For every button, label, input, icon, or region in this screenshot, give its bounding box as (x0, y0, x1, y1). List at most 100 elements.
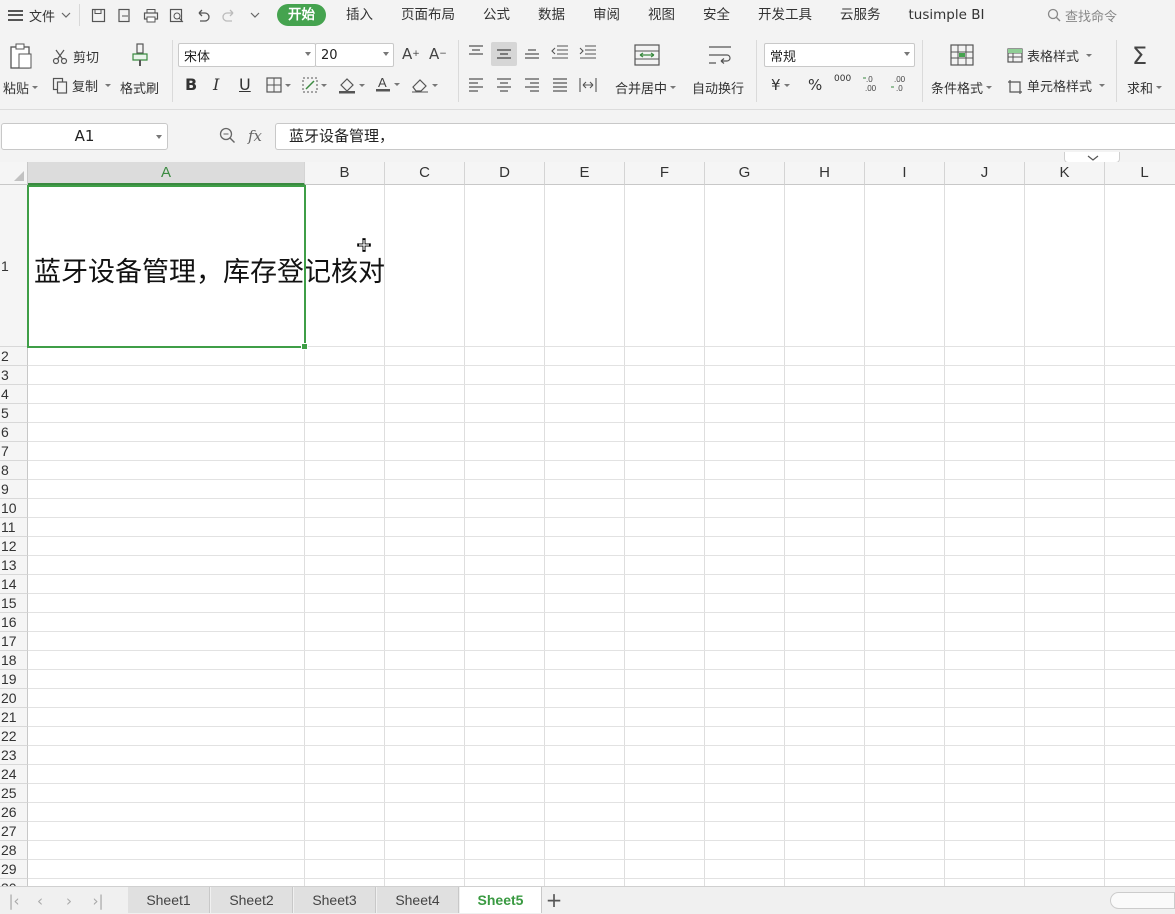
sheet-tab-sheet3[interactable]: Sheet3 (294, 887, 376, 913)
column-header-g[interactable]: G (705, 162, 785, 185)
cell-style-button[interactable]: 单元格样式 (1007, 76, 1106, 95)
wrap-text-icon[interactable] (707, 44, 733, 66)
row-header-19[interactable]: 19 (0, 670, 28, 689)
increase-decimal-icon[interactable]: .0.00 (862, 74, 880, 92)
row-header-24[interactable]: 24 (0, 765, 28, 784)
sum-button[interactable]: 求和 (1127, 78, 1163, 97)
file-menu[interactable]: 文件 (0, 0, 79, 30)
row-header-23[interactable]: 23 (0, 746, 28, 765)
row-header-26[interactable]: 26 (0, 803, 28, 822)
currency-button[interactable]: ¥ (771, 76, 790, 94)
row-header-17[interactable]: 17 (0, 632, 28, 651)
decrease-font-icon[interactable]: A − (429, 45, 447, 63)
align-left-icon[interactable] (468, 78, 484, 92)
row-header-7[interactable]: 7 (0, 442, 28, 461)
selected-cell-a1[interactable] (27, 185, 308, 350)
spreadsheet-grid[interactable]: ABCDEFGHIJKL 1 2 3 4 5 6 7 8 9 10 11 12 13 14 15 16 17 18… (0, 162, 1175, 886)
column-header-a[interactable]: A (28, 162, 305, 185)
row-header-16[interactable]: 16 (0, 613, 28, 632)
sheet-tab-sheet5[interactable]: Sheet5 (460, 887, 542, 913)
paste-icon[interactable] (8, 42, 34, 70)
copy-button[interactable]: 复制 (52, 76, 112, 95)
percent-button[interactable]: % (808, 76, 822, 94)
number-format-select[interactable]: 常规 (764, 43, 915, 67)
sheet-tab-sheet2[interactable]: Sheet2 (211, 887, 293, 913)
row-header-11[interactable]: 11 (0, 518, 28, 537)
customize-toolbar-icon[interactable] (246, 7, 263, 24)
row-header-4[interactable]: 4 (0, 385, 28, 404)
row-header-2[interactable]: 2 (0, 347, 28, 366)
zoom-formula-icon[interactable] (219, 127, 236, 148)
sum-icon[interactable]: Σ (1132, 42, 1147, 70)
last-sheet-icon[interactable]: ›| (86, 891, 110, 911)
row-header-25[interactable]: 25 (0, 784, 28, 803)
conditional-format-button[interactable]: 条件格式 (931, 78, 993, 97)
increase-font-icon[interactable]: A + (402, 45, 420, 63)
wrap-text-button[interactable]: 自动换行 (692, 78, 744, 97)
row-header-18[interactable]: 18 (0, 651, 28, 670)
row-header-10[interactable]: 10 (0, 499, 28, 518)
tab-tusimple-bi[interactable]: tusimple BI (895, 0, 999, 30)
table-style-button[interactable]: 表格样式 (1007, 46, 1093, 65)
tab-insert[interactable]: 插入 (332, 0, 387, 30)
next-sheet-icon[interactable]: › (57, 891, 81, 911)
row-header-27[interactable]: 27 (0, 822, 28, 841)
column-header-i[interactable]: I (865, 162, 945, 185)
redo-icon[interactable] (220, 7, 237, 24)
tab-page-layout[interactable]: 页面布局 (387, 0, 469, 30)
align-right-icon[interactable] (524, 78, 540, 92)
column-header-d[interactable]: D (465, 162, 545, 185)
row-header-14[interactable]: 14 (0, 575, 28, 594)
merge-center-button[interactable]: 合并居中 (615, 78, 677, 97)
format-painter-icon[interactable] (130, 42, 152, 68)
sheet-tab-sheet1[interactable]: Sheet1 (128, 887, 210, 913)
row-header-5[interactable]: 5 (0, 404, 28, 423)
align-bottom-icon[interactable] (524, 45, 540, 59)
row-header-3[interactable]: 3 (0, 366, 28, 385)
conditional-format-icon[interactable] (950, 44, 974, 66)
formula-input[interactable]: 蓝牙设备管理， (275, 123, 1175, 150)
command-search[interactable]: 查找命令 (1047, 6, 1167, 25)
align-middle-icon[interactable] (491, 42, 517, 66)
merge-center-icon[interactable] (634, 44, 660, 66)
align-center-icon[interactable] (496, 78, 512, 92)
bold-icon[interactable]: B (185, 75, 197, 94)
column-header-l[interactable]: L (1105, 162, 1175, 185)
first-sheet-icon[interactable]: |‹ (2, 891, 26, 911)
align-top-icon[interactable] (468, 45, 484, 59)
column-header-k[interactable]: K (1025, 162, 1105, 185)
thousands-button[interactable]: 000 (834, 74, 851, 84)
column-header-b[interactable]: B (305, 162, 385, 185)
distributed-align-icon[interactable] (579, 77, 597, 93)
format-painter-button[interactable]: 格式刷 (120, 78, 159, 97)
row-header-21[interactable]: 21 (0, 708, 28, 727)
row-header-29[interactable]: 29 (0, 860, 28, 879)
italic-icon[interactable]: I (213, 75, 219, 94)
row-header-9[interactable]: 9 (0, 480, 28, 499)
tab-cloud-services[interactable]: 云服务 (826, 0, 895, 30)
row-header-13[interactable]: 13 (0, 556, 28, 575)
row-header-12[interactable]: 12 (0, 537, 28, 556)
border-icon[interactable] (266, 77, 291, 93)
prev-sheet-icon[interactable]: ‹ (28, 891, 52, 911)
column-header-c[interactable]: C (385, 162, 465, 185)
row-header-28[interactable]: 28 (0, 841, 28, 860)
tab-review[interactable]: 审阅 (579, 0, 634, 30)
sheet-tab-sheet4[interactable]: Sheet4 (377, 887, 459, 913)
row-header-20[interactable]: 20 (0, 689, 28, 708)
cell-fill-pattern-icon[interactable] (302, 77, 327, 93)
clear-format-icon[interactable] (411, 77, 438, 93)
row-header-22[interactable]: 22 (0, 727, 28, 746)
tab-home[interactable]: 开始 (277, 4, 327, 26)
column-header-e[interactable]: E (545, 162, 625, 185)
decrease-decimal-icon[interactable]: .00.0 (890, 74, 908, 92)
column-header-j[interactable]: J (945, 162, 1025, 185)
tab-formulas[interactable]: 公式 (469, 0, 524, 30)
tab-security[interactable]: 安全 (689, 0, 744, 30)
row-header-30[interactable]: 30 (0, 879, 28, 886)
font-color-icon[interactable]: A (375, 75, 400, 93)
name-box[interactable]: A1 (1, 123, 168, 150)
print-preview-icon[interactable] (168, 7, 185, 24)
tab-data[interactable]: 数据 (524, 0, 579, 30)
fill-color-icon[interactable] (338, 77, 365, 94)
